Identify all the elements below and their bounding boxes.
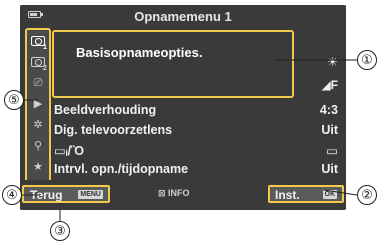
custom-menu-icon[interactable]: ✲ — [27, 116, 49, 134]
menu-item-value: 4:3 — [319, 103, 338, 117]
callout-1: ① — [357, 50, 377, 70]
menu-title: Opnamemenu 1 — [134, 9, 232, 24]
white-balance-glyph: ☀ — [327, 55, 338, 69]
menu-tabs-sidebar: 1 2 ⎚ ▶ ✲ ⚲ ★ — [25, 28, 51, 184]
menu-item-value: Uit — [321, 162, 338, 176]
info-indicator: ⊠ INFO — [158, 188, 190, 198]
ok-key-icon: OK — [322, 190, 337, 199]
menu-item-value: Uit — [321, 123, 338, 137]
tab-glyph: ▶ — [33, 98, 43, 110]
white-balance-icon: ☀ — [327, 55, 338, 69]
setup-menu-icon[interactable]: ⚲ — [27, 137, 49, 155]
my-menu-icon[interactable]: ★ — [27, 158, 49, 176]
shooting-menu-1-icon[interactable]: 1 — [27, 32, 49, 51]
callout-3: ③ — [50, 221, 70, 241]
callout-5: ⑤ — [4, 90, 24, 110]
playback-menu-icon[interactable]: ▶ — [27, 95, 49, 113]
title-bar: Opnamemenu 1 — [20, 5, 346, 27]
menu-item-digital-teleconverter[interactable]: Dig. televoorzetlens Uit — [54, 121, 338, 139]
menu-item-label: Beeldverhouding — [54, 103, 157, 117]
callout-4: ④ — [2, 185, 22, 205]
menu-item-label: Dig. televoorzetlens — [54, 123, 173, 137]
tab-glyph: ⎚ — [33, 77, 43, 89]
menu-item-interval-timelapse[interactable]: Intrvl. opn./tijdopname Uit — [54, 160, 338, 178]
tab-glyph: ★ — [33, 161, 43, 173]
image-quality-icon: ◢F — [321, 78, 338, 92]
menu-item-value: ▭ — [326, 144, 338, 158]
video-menu-icon[interactable]: ⎚ — [27, 74, 49, 92]
set-button[interactable]: Inst. OK — [268, 185, 344, 203]
help-text: Basisopnameopties. — [76, 45, 203, 60]
menu-item-drive-self-timer[interactable]: ▭ᵢ/Ὃ ▭ — [54, 141, 338, 159]
back-button-label: Terug — [30, 188, 63, 202]
help-popup: Basisopnameopties. — [52, 30, 294, 98]
menu-key-icon: MENU — [78, 190, 103, 199]
callout-2: ② — [357, 185, 377, 205]
menu-item-aspect-ratio[interactable]: Beeldverhouding 4:3 — [54, 101, 338, 119]
menu-item-label: ▭ᵢ/Ὃ — [54, 144, 85, 158]
camera-menu-screen: Opnamemenu 1 1 2 ⎚ ▶ ✲ ⚲ ★ Beeldverhouding 4:3… — [20, 5, 346, 210]
menu-item-label: Intrvl. opn./tijdopname — [54, 162, 189, 176]
image-quality-glyph: ◢F — [321, 78, 338, 92]
back-button[interactable]: Terug MENU — [22, 185, 110, 203]
shooting-menu-2-icon[interactable]: 2 — [27, 53, 49, 72]
tab-glyph: ✲ — [33, 119, 43, 131]
bottom-bar: Terug MENU ⊠ INFO Inst. OK — [20, 180, 346, 210]
tab-glyph: ⚲ — [33, 140, 43, 152]
set-button-label: Inst. — [275, 188, 300, 202]
